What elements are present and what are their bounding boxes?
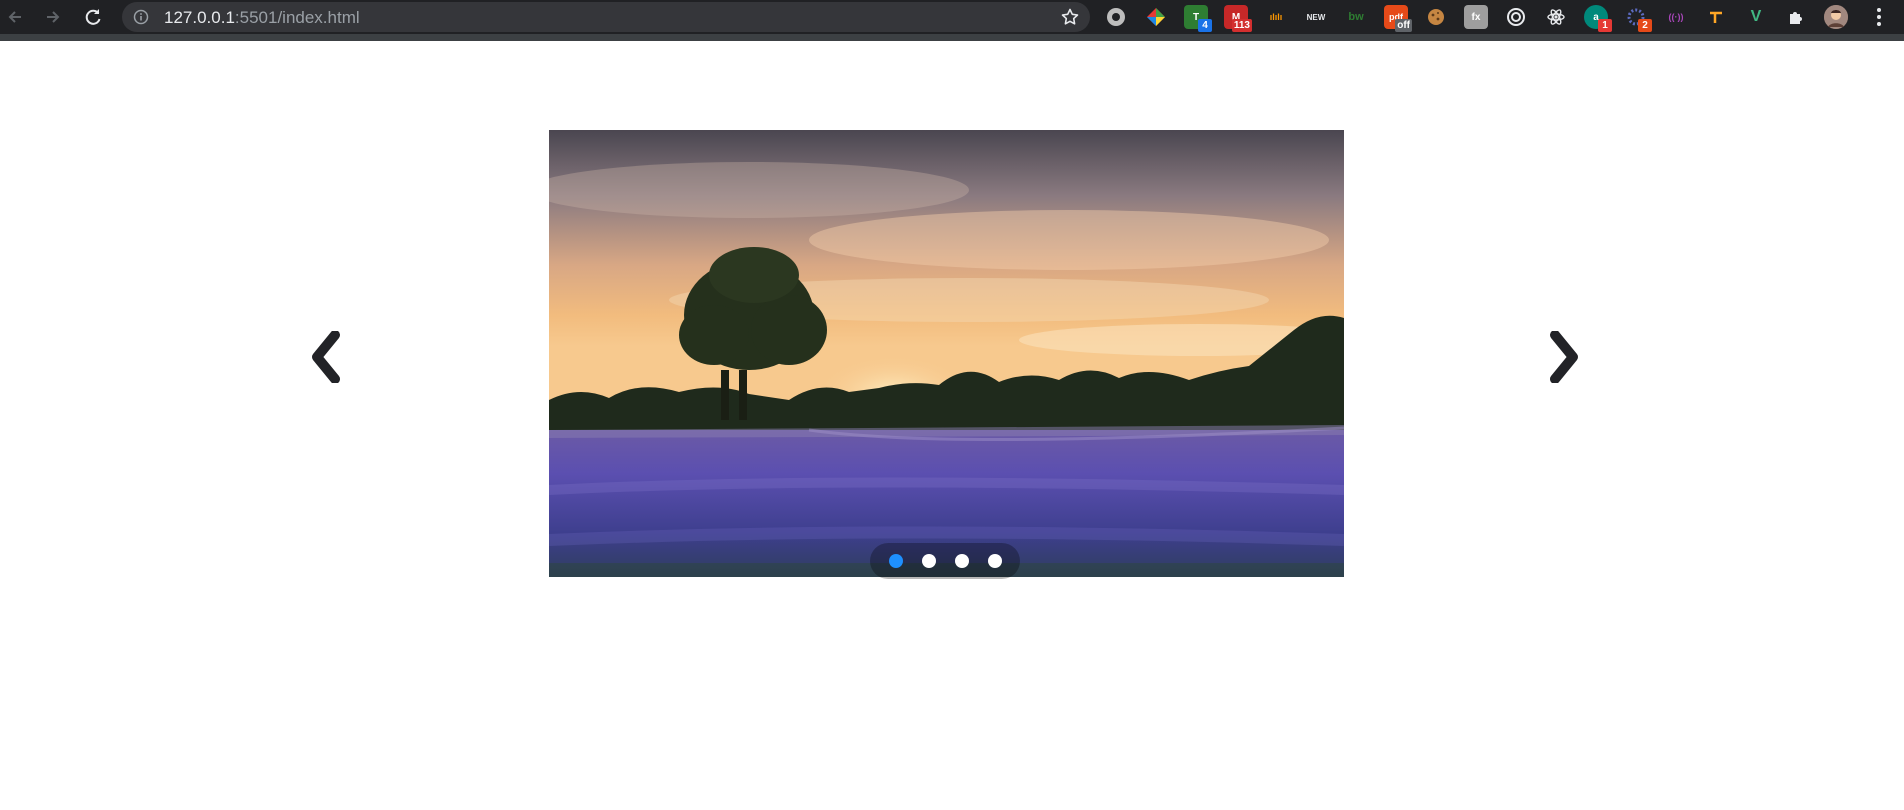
- extensions-bar: T4 M 113 ılılı NEW bw pdf off fx a1 2 ((·)…: [1104, 0, 1884, 34]
- ext-17-label: V: [1750, 8, 1762, 25]
- ext-7-icon[interactable]: bw: [1344, 5, 1368, 29]
- ext-13-icon[interactable]: a1: [1584, 5, 1612, 32]
- bookmark-star-icon[interactable]: [1060, 7, 1080, 27]
- carousel-dot-2[interactable]: [921, 554, 936, 568]
- ext-4-icon[interactable]: M 113: [1224, 5, 1252, 32]
- ext-3-badge: 4: [1198, 19, 1212, 32]
- ext-15-label: ((·)): [1668, 12, 1684, 22]
- arrow-right-icon: [47, 11, 60, 23]
- reload-button[interactable]: [80, 4, 106, 30]
- ext-1-icon[interactable]: [1104, 5, 1128, 29]
- ext-9-cookie-icon[interactable]: [1424, 5, 1448, 29]
- carousel-dot-4[interactable]: [987, 554, 1002, 568]
- ext-3-icon[interactable]: T4: [1184, 5, 1212, 32]
- ext-14-badge: 2: [1638, 19, 1652, 32]
- chevron-left-icon: [312, 331, 340, 383]
- browser-toolbar: 127.0.0.1:5501/index.html T4 M 113 ılılı …: [0, 0, 1904, 34]
- ext-10-icon[interactable]: fx: [1464, 5, 1488, 29]
- toolbar-divider: [0, 34, 1904, 41]
- ext-8-icon[interactable]: pdf off: [1384, 5, 1412, 32]
- browser-menu-button[interactable]: [1870, 4, 1888, 30]
- page-content: [0, 41, 1904, 810]
- ext-13-badge: 1: [1598, 19, 1612, 32]
- carousel-slide: [549, 130, 1344, 577]
- profile-avatar[interactable]: [1824, 5, 1848, 29]
- ext-10-label: fx: [1471, 11, 1481, 23]
- ext-5-label: ılılı: [1269, 12, 1283, 22]
- forward-button[interactable]: [40, 4, 66, 30]
- ext-17-vue-icon[interactable]: V: [1744, 5, 1768, 29]
- carousel-prev-button[interactable]: [307, 330, 347, 384]
- carousel-next-button[interactable]: [1543, 330, 1583, 384]
- ext-16-icon[interactable]: [1704, 5, 1728, 29]
- url-path: :5501/index.html: [234, 8, 360, 27]
- ext-11-target-icon[interactable]: [1504, 5, 1528, 29]
- ext-2-icon[interactable]: [1144, 5, 1168, 29]
- chevron-right-icon: [1550, 331, 1578, 383]
- ext-12-react-icon[interactable]: [1544, 5, 1568, 29]
- carousel-dot-1[interactable]: [888, 554, 903, 568]
- ext-6-label: NEW: [1306, 12, 1326, 22]
- lavender-field-image: [549, 130, 1344, 577]
- ext-6-icon[interactable]: NEW: [1304, 5, 1328, 29]
- carousel-indicators: [870, 543, 1020, 579]
- extensions-puzzle-icon[interactable]: [1784, 5, 1808, 29]
- ext-7-label: bw: [1348, 11, 1364, 23]
- ext-4-badge: 113: [1231, 19, 1252, 32]
- info-icon[interactable]: [133, 9, 149, 25]
- reload-icon: [85, 9, 101, 25]
- arrow-left-icon: [8, 11, 21, 23]
- ext-15-icon[interactable]: ((·)): [1664, 5, 1688, 29]
- url-text[interactable]: 127.0.0.1:5501/index.html: [164, 9, 360, 26]
- back-button[interactable]: [2, 4, 28, 30]
- ext-8-badge: off: [1395, 19, 1412, 32]
- url-host: 127.0.0.1: [164, 8, 235, 27]
- ext-14-icon[interactable]: 2: [1624, 5, 1652, 32]
- address-bar[interactable]: 127.0.0.1:5501/index.html: [122, 2, 1090, 32]
- carousel-dot-3[interactable]: [954, 554, 969, 568]
- ext-5-icon[interactable]: ılılı: [1264, 5, 1288, 29]
